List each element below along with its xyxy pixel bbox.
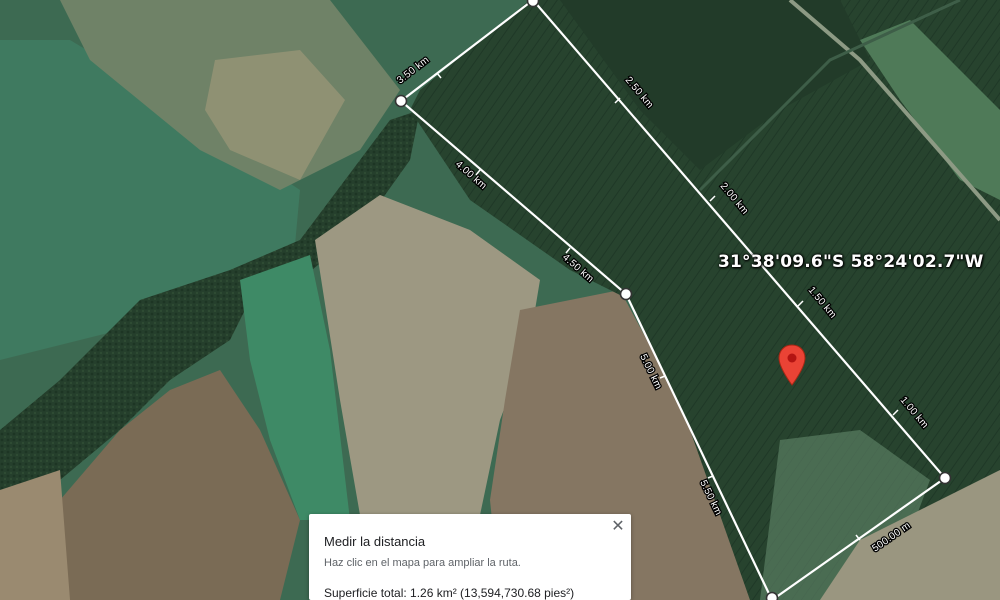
coordinates-label: 31°38'09.6"S 58°24'02.7"W [718,252,984,272]
field-bottom-left-2 [0,470,70,600]
measure-point[interactable] [526,0,540,8]
measure-distance-panel: Medir la distancia Haz clic en el mapa p… [309,514,631,600]
close-icon[interactable]: ✕ [609,518,627,536]
measure-point[interactable] [619,287,633,301]
measure-point[interactable] [938,471,952,485]
panel-hint: Haz clic en el mapa para ampliar la ruta… [324,557,521,569]
satellite-map[interactable]: 3.50 km 2.50 km 2.00 km 4.00 km 4.50 km … [0,0,1000,600]
total-area: Superficie total: 1.26 km² (13,594,730.6… [324,586,575,600]
measure-point[interactable] [765,591,779,600]
location-pin-icon[interactable] [777,344,807,386]
measure-point[interactable] [394,94,408,108]
panel-title: Medir la distancia [324,534,426,549]
